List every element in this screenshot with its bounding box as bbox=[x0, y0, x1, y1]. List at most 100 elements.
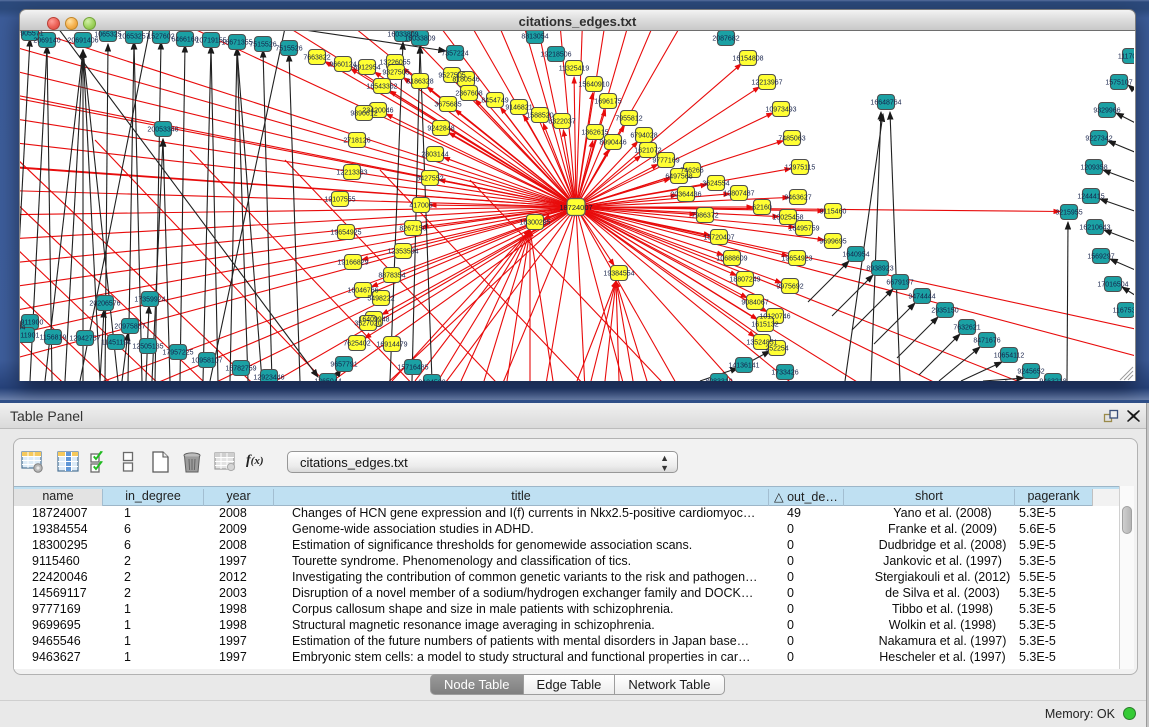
svg-text:1640954: 1640954 bbox=[842, 252, 869, 259]
svg-text:7632621: 7632621 bbox=[953, 325, 980, 332]
svg-text:9699695: 9699695 bbox=[819, 239, 846, 246]
svg-text:3911901: 3911901 bbox=[20, 333, 39, 340]
svg-text:14136141: 14136141 bbox=[728, 363, 759, 370]
svg-text:9474444: 9474444 bbox=[908, 294, 935, 301]
svg-text:16154808: 16154808 bbox=[732, 56, 763, 63]
svg-text:20975887: 20975887 bbox=[114, 324, 145, 331]
svg-text:8912954: 8912954 bbox=[353, 65, 380, 72]
svg-text:19218506: 19218506 bbox=[540, 52, 571, 59]
svg-text:6497568: 6497568 bbox=[665, 174, 692, 181]
svg-text:3675685: 3675685 bbox=[434, 102, 461, 109]
svg-text:10958107: 10958107 bbox=[191, 358, 222, 365]
svg-text:19384554: 19384554 bbox=[603, 271, 634, 278]
svg-text:7663822: 7663822 bbox=[303, 55, 330, 62]
svg-text:10653257: 10653257 bbox=[118, 34, 149, 41]
svg-text:15716485: 15716485 bbox=[397, 365, 428, 372]
svg-text:17016504: 17016504 bbox=[1097, 282, 1128, 289]
svg-text:9329966: 9329966 bbox=[1093, 108, 1120, 115]
svg-text:12942757: 12942757 bbox=[69, 336, 100, 343]
svg-text:7357224: 7357224 bbox=[441, 51, 468, 58]
svg-text:1265044: 1265044 bbox=[314, 379, 341, 382]
svg-text:5498222: 5498222 bbox=[367, 296, 394, 303]
svg-text:16033809: 16033809 bbox=[404, 36, 435, 43]
svg-text:2935150: 2935150 bbox=[931, 308, 958, 315]
svg-text:9115460: 9115460 bbox=[820, 209, 847, 216]
svg-text:8186328: 8186328 bbox=[406, 79, 433, 86]
svg-text:3215955: 3215955 bbox=[1055, 210, 1082, 217]
svg-text:12975115: 12975115 bbox=[785, 165, 816, 172]
svg-text:2367608: 2367608 bbox=[455, 91, 482, 98]
svg-text:19107555: 19107555 bbox=[324, 197, 355, 204]
svg-text:9777169: 9777169 bbox=[652, 158, 679, 165]
svg-text:12213383: 12213383 bbox=[336, 170, 367, 177]
svg-text:8990446: 8990446 bbox=[599, 140, 626, 147]
svg-text:16210643: 16210643 bbox=[1079, 225, 1110, 232]
svg-text:20053346: 20053346 bbox=[147, 127, 178, 134]
svg-text:19166829: 19166829 bbox=[337, 260, 368, 267]
svg-text:11325419: 11325419 bbox=[559, 66, 590, 73]
svg-text:8471676: 8471676 bbox=[973, 338, 1000, 345]
svg-text:3911900: 3911900 bbox=[20, 320, 43, 327]
svg-text:11451194: 11451194 bbox=[101, 340, 131, 347]
svg-text:20364436: 20364436 bbox=[670, 192, 701, 199]
svg-text:1244415: 1244415 bbox=[1077, 194, 1104, 201]
svg-text:3624554: 3624554 bbox=[702, 181, 729, 188]
svg-text:6679197: 6679197 bbox=[886, 280, 913, 287]
svg-text:7625402: 7625402 bbox=[343, 341, 370, 348]
svg-text:16782759: 16782759 bbox=[225, 366, 256, 373]
svg-text:10120746: 10120746 bbox=[759, 314, 790, 321]
svg-text:1167533: 1167533 bbox=[1113, 308, 1134, 315]
svg-text:12505135: 12505135 bbox=[132, 344, 163, 351]
svg-text:9463218: 9463218 bbox=[1039, 379, 1066, 382]
svg-text:8813054: 8813054 bbox=[521, 34, 548, 41]
svg-text:9890612: 9890612 bbox=[350, 111, 377, 118]
svg-text:1209358: 1209358 bbox=[1080, 165, 1107, 172]
svg-text:12353594: 12353594 bbox=[387, 249, 418, 256]
svg-text:9657791: 9657791 bbox=[330, 362, 357, 369]
svg-text:8267150: 8267150 bbox=[399, 226, 426, 233]
svg-text:8454749: 8454749 bbox=[481, 98, 508, 105]
svg-text:10807487: 10807487 bbox=[723, 191, 754, 198]
svg-text:10654112: 10654112 bbox=[994, 353, 1025, 360]
svg-text:9124502: 9124502 bbox=[418, 380, 445, 382]
svg-text:1615132: 1615132 bbox=[751, 322, 778, 329]
svg-text:19654925: 19654925 bbox=[330, 230, 361, 237]
svg-text:9146821: 9146821 bbox=[505, 105, 532, 112]
svg-text:12213967: 12213967 bbox=[751, 80, 782, 87]
svg-text:9975692: 9975692 bbox=[776, 284, 803, 291]
svg-text:17957225: 17957225 bbox=[162, 350, 193, 357]
svg-text:9227342: 9227342 bbox=[1085, 136, 1112, 143]
svg-text:15640910: 15640910 bbox=[578, 82, 609, 89]
svg-text:8180546: 8180546 bbox=[452, 77, 479, 84]
svg-text:1156819: 1156819 bbox=[40, 335, 67, 342]
svg-text:417006: 417006 bbox=[409, 203, 432, 210]
svg-text:16046766: 16046766 bbox=[347, 288, 378, 295]
svg-text:8427552: 8427552 bbox=[416, 176, 443, 183]
svg-text:16648764: 16648764 bbox=[870, 100, 901, 107]
svg-text:9084067: 9084067 bbox=[741, 300, 768, 307]
svg-text:1575107: 1575107 bbox=[1105, 80, 1132, 87]
svg-text:2803144: 2803144 bbox=[421, 152, 448, 159]
svg-text:17359924: 17359924 bbox=[134, 297, 165, 304]
svg-text:8878354: 8878354 bbox=[378, 273, 405, 280]
svg-text:8938923: 8938923 bbox=[866, 266, 893, 273]
svg-text:6794028: 6794028 bbox=[630, 133, 657, 140]
svg-text:15720407: 15720407 bbox=[703, 235, 734, 242]
svg-text:7955812: 7955812 bbox=[615, 116, 642, 123]
svg-text:8083310: 8083310 bbox=[705, 379, 732, 382]
svg-text:7515526: 7515526 bbox=[249, 42, 276, 49]
svg-text:9242848: 9242848 bbox=[427, 126, 454, 133]
svg-text:9245652: 9245652 bbox=[1017, 369, 1044, 376]
svg-text:7986372: 7986372 bbox=[691, 213, 718, 220]
svg-text:8322037: 8322037 bbox=[548, 119, 575, 126]
svg-text:1696175: 1696175 bbox=[594, 99, 621, 106]
svg-text:13226055: 13226055 bbox=[379, 60, 410, 67]
svg-text:18300295: 18300295 bbox=[519, 220, 550, 227]
svg-text:7515526: 7515526 bbox=[275, 46, 302, 53]
svg-text:16914479: 16914479 bbox=[376, 342, 407, 349]
svg-text:1733426: 1733426 bbox=[771, 370, 798, 377]
svg-text:2087682: 2087682 bbox=[712, 36, 739, 43]
svg-text:1621072: 1621072 bbox=[634, 148, 661, 155]
svg-text:2069140: 2069140 bbox=[33, 38, 60, 45]
svg-text:2718126: 2718126 bbox=[343, 138, 370, 145]
